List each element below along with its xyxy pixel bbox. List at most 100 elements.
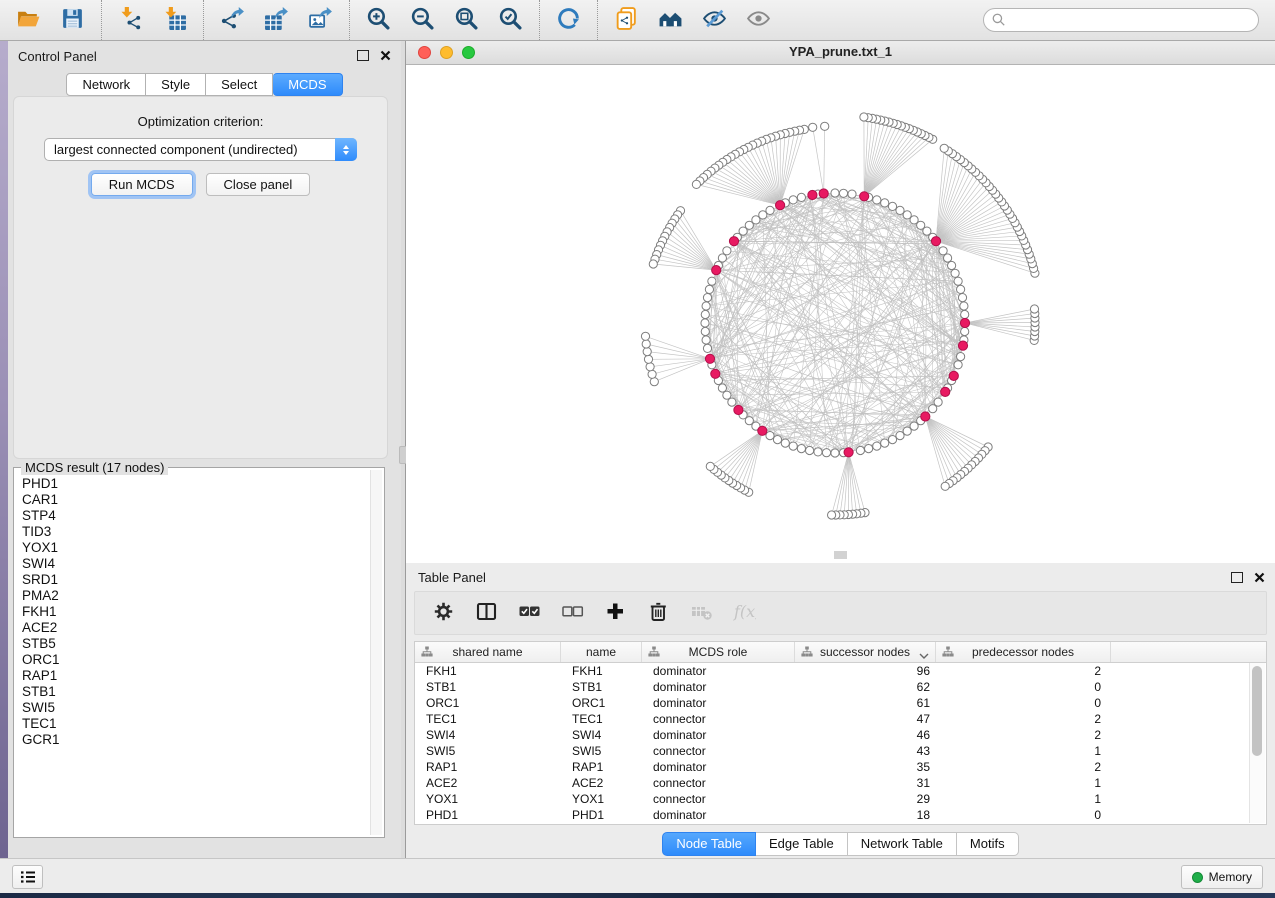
- mcds-result-item[interactable]: TID3: [22, 524, 369, 540]
- mcds-result-item[interactable]: ORC1: [22, 652, 369, 668]
- mcds-result-item[interactable]: FKH1: [22, 604, 369, 620]
- mcds-result-item[interactable]: STB5: [22, 636, 369, 652]
- mcds-list-scrollbar[interactable]: [370, 470, 382, 835]
- table-row[interactable]: STB1STB1dominator620: [415, 679, 1266, 695]
- column-header-predecessor-nodes[interactable]: predecessor nodes: [936, 642, 1111, 662]
- export-network-button[interactable]: [219, 7, 246, 34]
- table-row[interactable]: RAP1RAP1dominator352: [415, 759, 1266, 775]
- mcds-node[interactable]: [921, 412, 930, 421]
- mcds-result-list[interactable]: PHD1CAR1STP4TID3YOX1SWI4SRD1PMA2FKH1ACE2…: [16, 470, 369, 835]
- mcds-result-item[interactable]: SWI4: [22, 556, 369, 572]
- mcds-result-item[interactable]: YOX1: [22, 540, 369, 556]
- mcds-result-item[interactable]: STB1: [22, 684, 369, 700]
- network-canvas[interactable]: [406, 65, 1275, 564]
- column-header-MCDS-role[interactable]: MCDS role: [642, 642, 795, 662]
- zoom-selected-button[interactable]: [497, 7, 524, 34]
- search-input[interactable]: [983, 8, 1259, 32]
- table-row[interactable]: FKH1FKH1dominator962: [415, 663, 1266, 679]
- maximize-window-icon[interactable]: [462, 46, 475, 59]
- mcds-node[interactable]: [758, 426, 767, 435]
- mcds-node[interactable]: [711, 369, 720, 378]
- mcds-node[interactable]: [712, 266, 721, 275]
- tab-edge-table[interactable]: Edge Table: [756, 832, 848, 856]
- mcds-node[interactable]: [941, 387, 950, 396]
- delete-row-button[interactable]: [645, 600, 671, 626]
- select-all-button[interactable]: [516, 600, 542, 626]
- mcds-result-item[interactable]: RAP1: [22, 668, 369, 684]
- mcds-node[interactable]: [844, 448, 853, 457]
- tab-node-table[interactable]: Node Table: [662, 832, 756, 856]
- table-row[interactable]: SWI4SWI4dominator462: [415, 727, 1266, 743]
- tab-network-table[interactable]: Network Table: [848, 832, 957, 856]
- float-table-panel-icon[interactable]: [1231, 572, 1243, 583]
- open-folder-button[interactable]: [15, 7, 42, 34]
- zoom-in-button[interactable]: [365, 7, 392, 34]
- import-network-button[interactable]: [117, 7, 144, 34]
- clone-network-button[interactable]: [613, 7, 640, 34]
- table-row[interactable]: ACE2ACE2connector311: [415, 775, 1266, 791]
- table-row[interactable]: TEC1TEC1connector472: [415, 711, 1266, 727]
- mcds-result-item[interactable]: SRD1: [22, 572, 369, 588]
- mcds-result-item[interactable]: SWI5: [22, 700, 369, 716]
- mcds-node[interactable]: [931, 237, 940, 246]
- first-neighbors-button[interactable]: [657, 7, 684, 34]
- show-columns-button[interactable]: [473, 600, 499, 626]
- mcds-node[interactable]: [819, 189, 828, 198]
- save-button[interactable]: [59, 7, 86, 34]
- add-row-button[interactable]: [602, 600, 628, 626]
- mcds-node[interactable]: [734, 405, 743, 414]
- tab-network[interactable]: Network: [66, 73, 146, 96]
- mcds-node[interactable]: [958, 341, 967, 350]
- minimize-window-icon[interactable]: [440, 46, 453, 59]
- export-table-button[interactable]: [263, 7, 290, 34]
- import-table-button[interactable]: [161, 7, 188, 34]
- close-panel-icon[interactable]: [380, 50, 391, 61]
- table-row[interactable]: PHD1PHD1dominator180: [415, 807, 1266, 823]
- cell: 0: [936, 679, 1111, 695]
- mcds-node[interactable]: [705, 354, 714, 363]
- mcds-node[interactable]: [949, 371, 958, 380]
- float-panel-icon[interactable]: [357, 50, 369, 61]
- table-options-button[interactable]: [430, 600, 456, 626]
- column-header-name[interactable]: name: [561, 642, 642, 662]
- table-row[interactable]: YOX1YOX1connector291: [415, 791, 1266, 807]
- run-mcds-button[interactable]: Run MCDS: [91, 173, 193, 196]
- refresh-icon: [556, 6, 581, 34]
- mcds-result-item[interactable]: PHD1: [22, 476, 369, 492]
- tab-style[interactable]: Style: [146, 73, 206, 96]
- mcds-node[interactable]: [776, 201, 785, 210]
- tab-motifs[interactable]: Motifs: [957, 832, 1019, 856]
- close-window-icon[interactable]: [418, 46, 431, 59]
- table-row[interactable]: ORC1ORC1dominator610: [415, 695, 1266, 711]
- table-scrollbar[interactable]: [1249, 663, 1265, 823]
- tab-mcds[interactable]: MCDS: [273, 73, 342, 96]
- mcds-node[interactable]: [808, 190, 817, 199]
- mcds-node[interactable]: [860, 192, 869, 201]
- hide-selected-button[interactable]: [701, 7, 728, 34]
- mcds-result-item[interactable]: PMA2: [22, 588, 369, 604]
- mcds-result-item[interactable]: STP4: [22, 508, 369, 524]
- mcds-result-item[interactable]: CAR1: [22, 492, 369, 508]
- mcds-result-item[interactable]: TEC1: [22, 716, 369, 732]
- show-all-button[interactable]: [745, 7, 772, 34]
- task-history-button[interactable]: [12, 865, 43, 889]
- zoom-out-button[interactable]: [409, 7, 436, 34]
- table-row[interactable]: SWI5SWI5connector431: [415, 743, 1266, 759]
- table-scrollbar-thumb[interactable]: [1252, 666, 1262, 756]
- tab-select[interactable]: Select: [206, 73, 273, 96]
- mcds-node[interactable]: [960, 318, 969, 327]
- memory-button[interactable]: Memory: [1181, 865, 1263, 889]
- mcds-result-item[interactable]: ACE2: [22, 620, 369, 636]
- close-table-panel-icon[interactable]: [1254, 572, 1265, 583]
- mcds-node[interactable]: [729, 237, 738, 246]
- horizontal-splitter-handle[interactable]: [834, 551, 847, 559]
- column-header-successor-nodes[interactable]: successor nodes: [795, 642, 936, 662]
- export-image-button[interactable]: [307, 7, 334, 34]
- mcds-result-item[interactable]: GCR1: [22, 732, 369, 748]
- deselect-all-button[interactable]: [559, 600, 585, 626]
- refresh-button[interactable]: [555, 7, 582, 34]
- column-header-shared-name[interactable]: shared name: [415, 642, 561, 662]
- criterion-select[interactable]: largest connected component (undirected): [44, 138, 357, 161]
- zoom-fit-button[interactable]: [453, 7, 480, 34]
- close-panel-button[interactable]: Close panel: [206, 173, 311, 196]
